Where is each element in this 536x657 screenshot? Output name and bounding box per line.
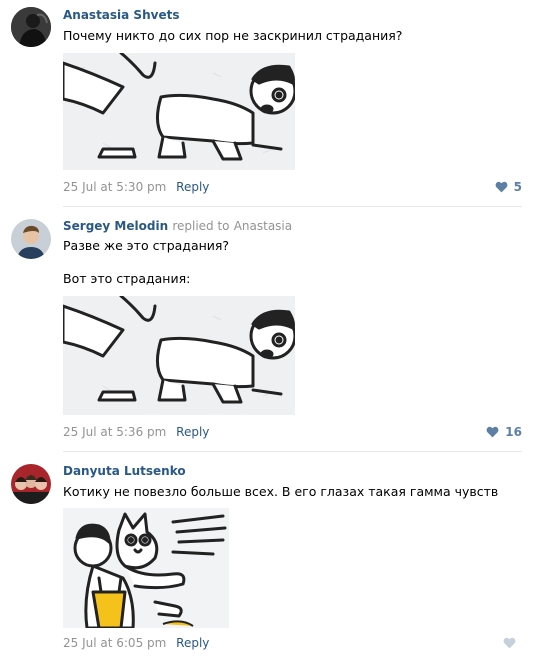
heart-icon bbox=[503, 637, 516, 649]
replied-to-label: replied to bbox=[172, 219, 230, 233]
author-link[interactable]: Sergey Melodin bbox=[63, 219, 168, 233]
timestamp[interactable]: 25 Jul at 5:30 pm bbox=[63, 180, 166, 194]
comment-meta: 25 Jul at 5:30 pm Reply bbox=[63, 180, 209, 194]
reply-button[interactable]: Reply bbox=[176, 636, 209, 650]
author-name[interactable]: Danyuta Lutsenko bbox=[63, 464, 186, 478]
avatar[interactable] bbox=[11, 464, 51, 504]
like-count: 16 bbox=[505, 425, 522, 439]
comment-text: Разве же это страдания? bbox=[63, 238, 230, 253]
comic-strip-icon bbox=[63, 296, 295, 415]
avatar[interactable] bbox=[11, 7, 51, 47]
timestamp[interactable]: 25 Jul at 5:36 pm bbox=[63, 425, 166, 439]
divider bbox=[63, 451, 522, 452]
comment-meta: 25 Jul at 5:36 pm Reply bbox=[63, 425, 209, 439]
heart-icon bbox=[495, 181, 508, 193]
replied-to-name[interactable]: Anastasia bbox=[234, 219, 292, 233]
like-button[interactable]: 16 bbox=[486, 425, 522, 439]
like-count: 5 bbox=[513, 180, 522, 194]
comment-text: Почему никто до сих пор не заскринил стр… bbox=[63, 28, 403, 43]
heart-icon bbox=[486, 426, 499, 438]
author-name[interactable]: Anastasia Shvets bbox=[63, 8, 179, 22]
comic-strip-icon bbox=[63, 508, 229, 628]
comment-meta: 25 Jul at 6:05 pm Reply bbox=[63, 636, 209, 650]
comment-text: Котику не повезло больше всех. В его гла… bbox=[63, 484, 499, 499]
comic-image[interactable] bbox=[63, 53, 295, 170]
comic-image[interactable] bbox=[63, 508, 229, 628]
timestamp[interactable]: 25 Jul at 6:05 pm bbox=[63, 636, 166, 650]
comment-text-2: Вот это страдания: bbox=[63, 271, 191, 286]
avatar[interactable] bbox=[11, 219, 51, 259]
divider bbox=[63, 206, 522, 207]
comic-image[interactable] bbox=[63, 296, 295, 415]
author-name: Sergey Melodin replied to Anastasia bbox=[63, 219, 292, 233]
comic-strip-icon bbox=[63, 53, 295, 170]
like-button[interactable]: 5 bbox=[495, 180, 522, 194]
reply-button[interactable]: Reply bbox=[176, 180, 209, 194]
like-button[interactable] bbox=[503, 637, 522, 649]
reply-button[interactable]: Reply bbox=[176, 425, 209, 439]
